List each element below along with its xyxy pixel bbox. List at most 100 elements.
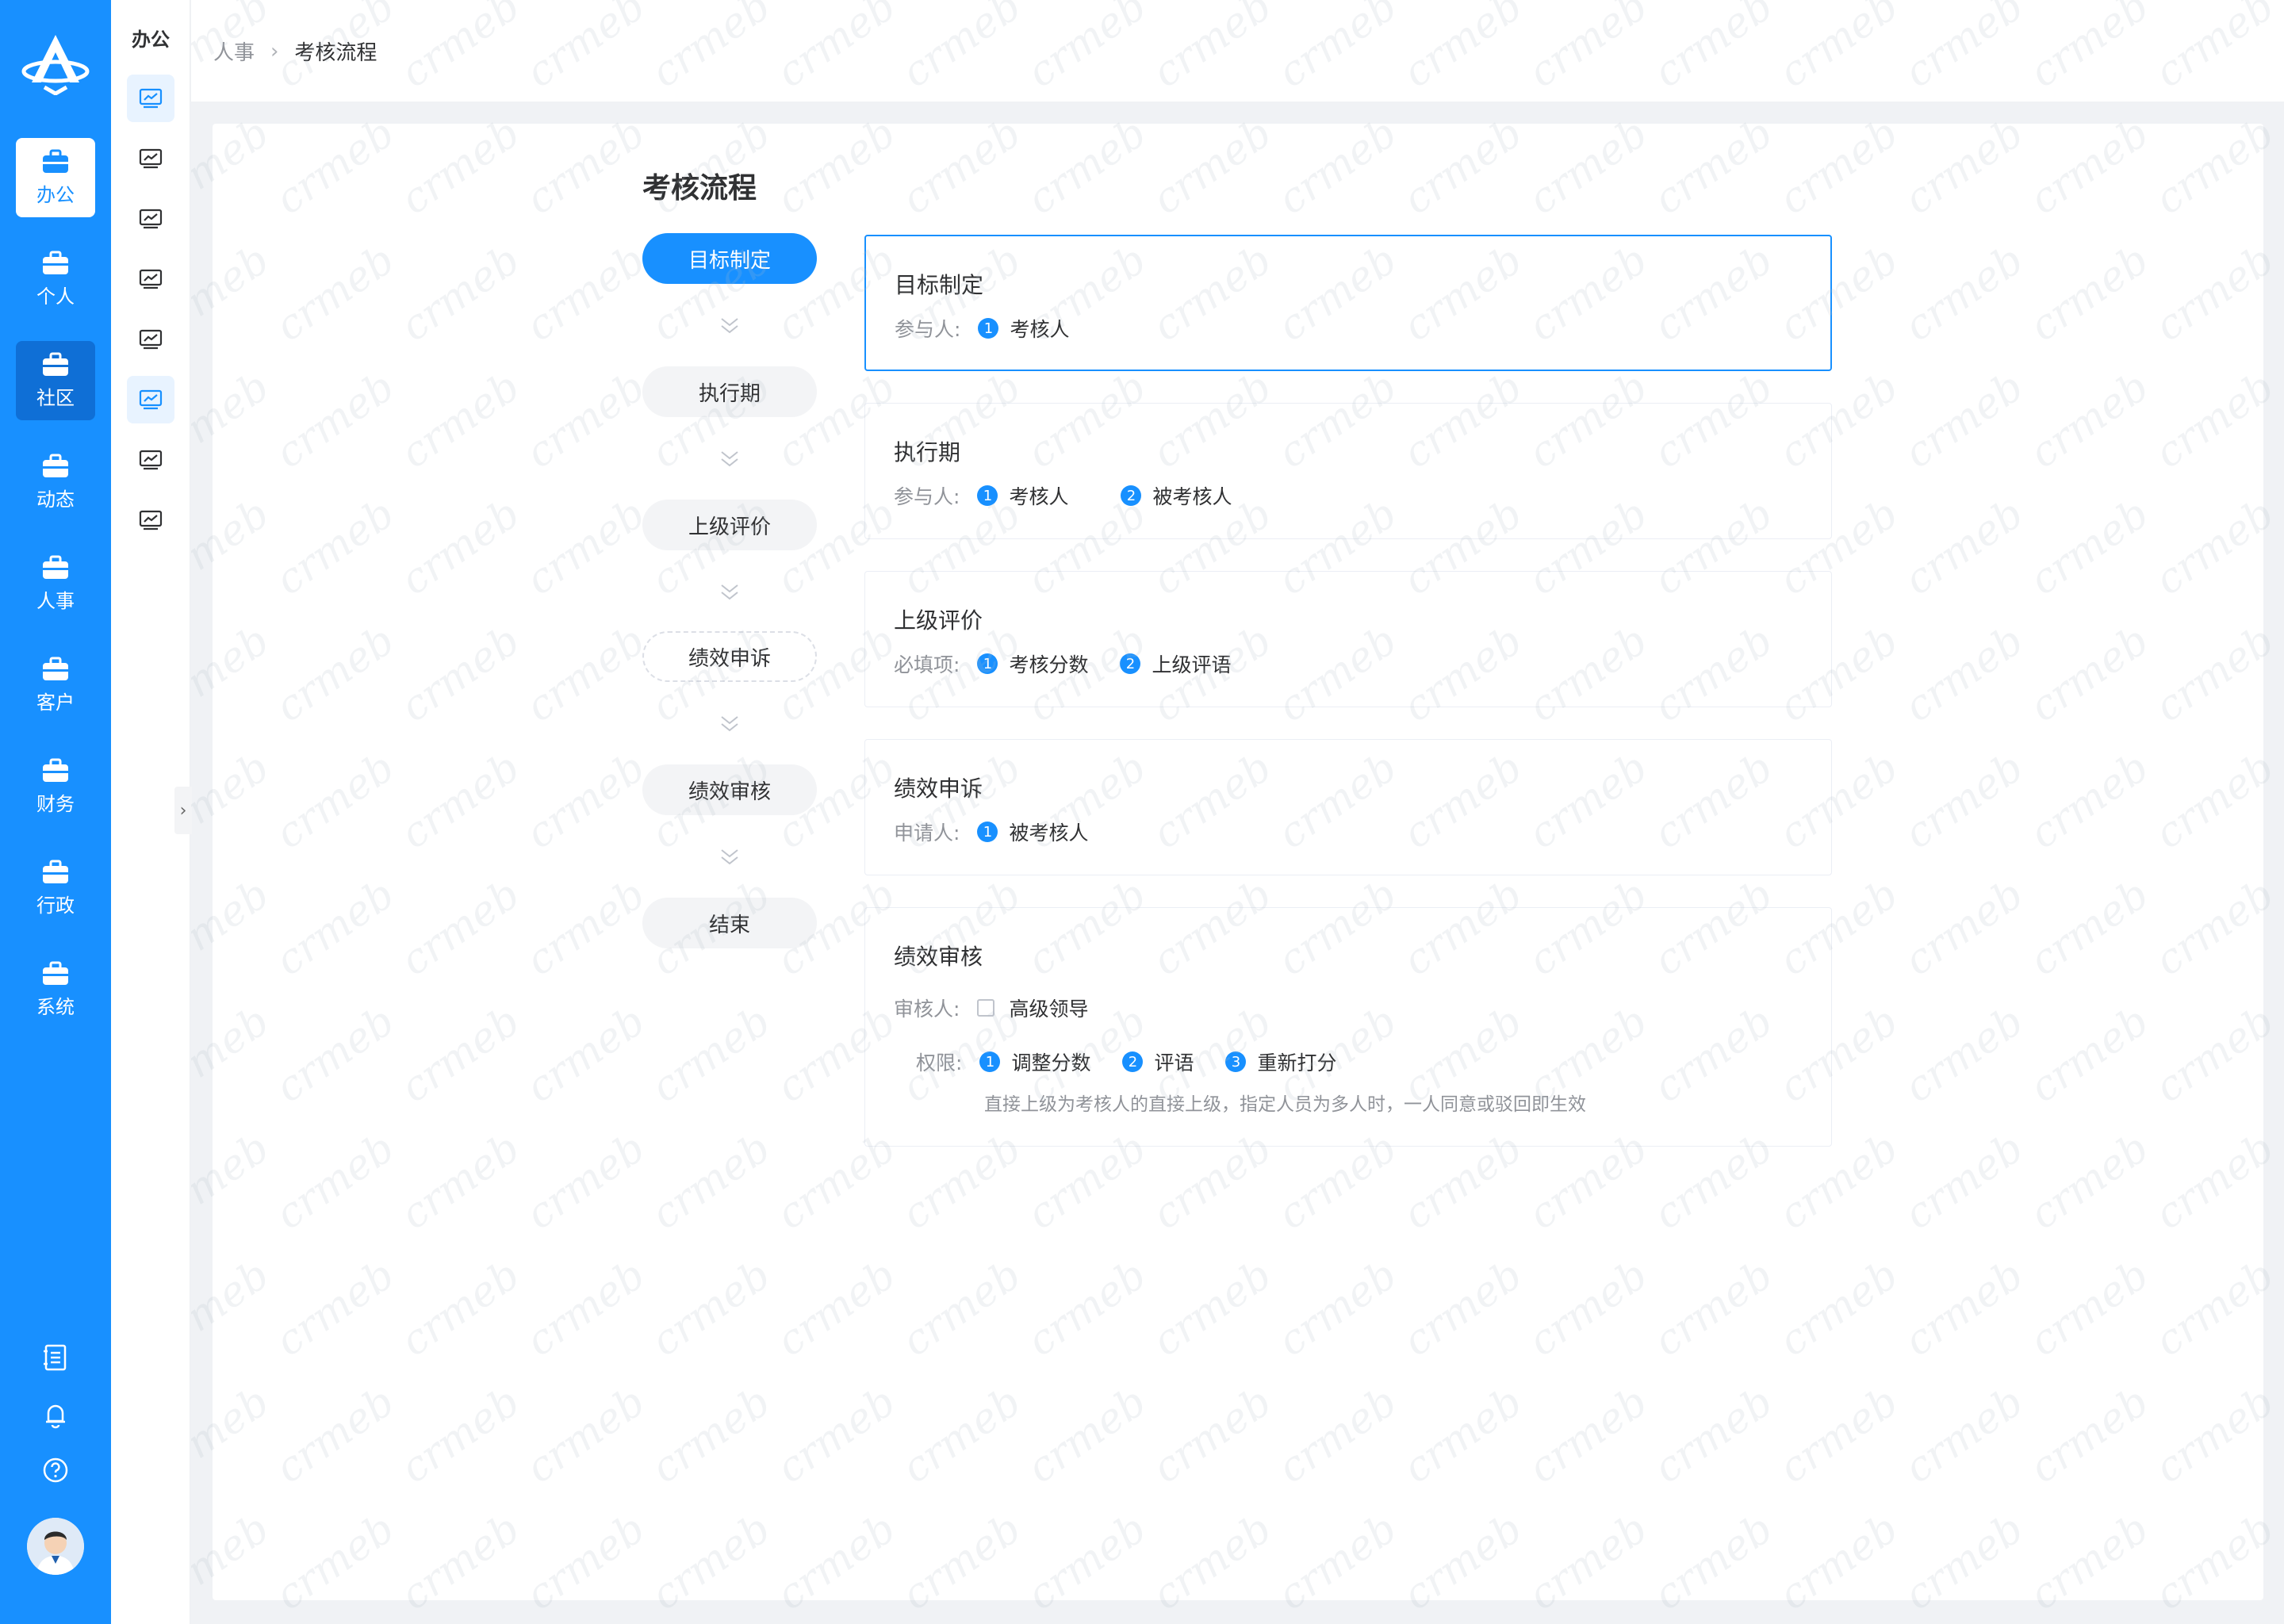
top-bar: 人事 › 考核流程 bbox=[191, 0, 2284, 102]
rail-item-label: 客户 bbox=[36, 691, 75, 714]
page-title: 考核流程 bbox=[642, 172, 757, 205]
rail-item-finance[interactable]: 财务 bbox=[16, 747, 95, 826]
user-avatar-icon bbox=[27, 1518, 84, 1575]
breadcrumb-current: 考核流程 bbox=[294, 41, 377, 65]
briefcase-icon bbox=[43, 657, 68, 680]
double-chevron-down-icon bbox=[721, 849, 738, 865]
row-label: 审核人: bbox=[894, 998, 960, 1021]
list-item: 1 考核分数 bbox=[977, 649, 1088, 678]
briefcase-icon bbox=[43, 961, 68, 985]
step-end[interactable]: 结束 bbox=[642, 898, 817, 948]
card-audit[interactable]: 绩效审核 审核人: 高级领导 权限: 1 调整分数 2 评语 3 重新打分 直接上级为… bbox=[864, 907, 1832, 1147]
number-badge: 1 bbox=[979, 1051, 1001, 1072]
card-title: 执行期 bbox=[894, 439, 961, 465]
card-row: 申请人: 1 被考核人 bbox=[894, 818, 1120, 846]
step-goal-setting[interactable]: 目标制定 bbox=[642, 233, 817, 284]
item-text: 考核人 bbox=[1010, 318, 1070, 341]
card-row: 参与人: 1 考核人 bbox=[895, 314, 1101, 343]
collapse-toggle[interactable]: › bbox=[174, 787, 192, 834]
number-badge: 1 bbox=[978, 318, 999, 339]
monitor-chart-icon bbox=[139, 209, 163, 229]
monitor-chart-icon bbox=[139, 88, 163, 109]
subnav-item-8[interactable] bbox=[127, 496, 174, 544]
list-item: 1 被考核人 bbox=[977, 818, 1088, 846]
card-row: 审核人: 高级领导 bbox=[894, 994, 1088, 1022]
rail-item-label: 个人 bbox=[36, 285, 75, 308]
list-item: 3 重新打分 bbox=[1225, 1048, 1336, 1076]
card-appeal[interactable]: 绩效申诉 申请人: 1 被考核人 bbox=[864, 739, 1832, 875]
item-text: 上级评语 bbox=[1152, 653, 1232, 676]
help-icon bbox=[43, 1457, 68, 1483]
subnav-item-1[interactable] bbox=[127, 75, 174, 122]
double-chevron-down-icon bbox=[721, 318, 738, 334]
briefcase-icon bbox=[43, 251, 68, 274]
rail-item-label: 人事 bbox=[36, 589, 75, 612]
step-superior-review[interactable]: 上级评价 bbox=[642, 500, 817, 550]
briefcase-icon bbox=[43, 352, 68, 376]
card-row: 必填项: 1 考核分数 2 上级评语 bbox=[894, 649, 1263, 678]
reviewer-checkbox[interactable] bbox=[977, 999, 995, 1017]
number-badge: 1 bbox=[977, 485, 998, 506]
app-logo[interactable] bbox=[21, 32, 90, 95]
monitor-chart-icon bbox=[139, 510, 163, 530]
row-label: 参与人: bbox=[894, 485, 960, 508]
double-chevron-down-icon bbox=[721, 716, 738, 732]
step-audit[interactable]: 绩效审核 bbox=[642, 764, 817, 815]
list-item: 2 评语 bbox=[1122, 1048, 1194, 1076]
card-goal-setting[interactable]: 目标制定 参与人: 1 考核人 bbox=[864, 235, 1832, 371]
row-label: 必填项: bbox=[894, 653, 960, 676]
subnav-item-4[interactable] bbox=[127, 255, 174, 303]
rail-item-community[interactable]: 社区 bbox=[16, 341, 95, 420]
subnav-item-3[interactable] bbox=[127, 195, 174, 243]
chevron-right-icon: › bbox=[179, 800, 187, 821]
number-badge: 1 bbox=[977, 822, 998, 842]
subnav-item-5[interactable] bbox=[127, 316, 174, 363]
rail-item-personal[interactable]: 个人 bbox=[16, 239, 95, 319]
notebook-button[interactable] bbox=[0, 1343, 111, 1372]
item-text: 考核人 bbox=[1009, 485, 1069, 508]
subnav-item-6[interactable] bbox=[127, 376, 174, 423]
card-title: 绩效申诉 bbox=[894, 776, 983, 802]
rail-item-customer[interactable]: 客户 bbox=[16, 645, 95, 725]
subnav-item-2[interactable] bbox=[127, 135, 174, 182]
reviewer-option: 高级领导 bbox=[1009, 998, 1089, 1021]
number-badge: 2 bbox=[1121, 485, 1142, 506]
rail-item-label: 动态 bbox=[36, 488, 75, 511]
rail-item-admin[interactable]: 行政 bbox=[16, 848, 95, 928]
card-title: 目标制定 bbox=[895, 272, 984, 298]
double-chevron-down-icon bbox=[721, 451, 738, 467]
rail-item-hr[interactable]: 人事 bbox=[16, 544, 95, 623]
rail-item-system[interactable]: 系统 bbox=[16, 950, 95, 1029]
card-row: 参与人: 1 考核人 2 被考核人 bbox=[894, 481, 1263, 510]
rail-item-label: 财务 bbox=[36, 792, 75, 815]
monitor-chart-icon bbox=[139, 389, 163, 410]
step-execution[interactable]: 执行期 bbox=[642, 366, 817, 417]
rail-item-activity[interactable]: 动态 bbox=[16, 442, 95, 522]
avatar[interactable] bbox=[27, 1518, 84, 1575]
help-button[interactable] bbox=[0, 1456, 111, 1484]
step-appeal[interactable]: 绩效申诉 bbox=[642, 631, 817, 682]
monitor-chart-icon bbox=[139, 269, 163, 289]
rail-item-office[interactable]: 办公 bbox=[16, 138, 95, 217]
subnav-item-7[interactable] bbox=[127, 436, 174, 484]
row-label: 参与人: bbox=[895, 318, 961, 341]
monitor-chart-icon bbox=[139, 450, 163, 470]
item-text: 考核分数 bbox=[1009, 653, 1089, 676]
notification-button[interactable] bbox=[0, 1400, 111, 1429]
list-item: 2 上级评语 bbox=[1120, 649, 1231, 678]
monitor-chart-icon bbox=[139, 329, 163, 350]
number-badge: 1 bbox=[977, 653, 998, 674]
list-item: 1 调整分数 bbox=[979, 1048, 1090, 1076]
card-title: 上级评价 bbox=[894, 607, 983, 634]
card-title: 绩效审核 bbox=[894, 944, 983, 970]
breadcrumb-parent[interactable]: 人事 bbox=[213, 36, 255, 66]
list-item: 2 被考核人 bbox=[1121, 481, 1232, 510]
briefcase-icon bbox=[43, 758, 68, 782]
item-text: 被考核人 bbox=[1009, 822, 1089, 845]
card-execution[interactable]: 执行期 参与人: 1 考核人 2 被考核人 bbox=[864, 403, 1832, 539]
rail-item-label: 系统 bbox=[36, 995, 75, 1018]
audit-note: 直接上级为考核人的直接上级，指定人员为多人时，一人同意或驳回即生效 bbox=[984, 1094, 1586, 1115]
briefcase-icon bbox=[43, 149, 68, 173]
card-superior-review[interactable]: 上级评价 必填项: 1 考核分数 2 上级评语 bbox=[864, 571, 1832, 707]
item-text: 调整分数 bbox=[1011, 1051, 1091, 1074]
